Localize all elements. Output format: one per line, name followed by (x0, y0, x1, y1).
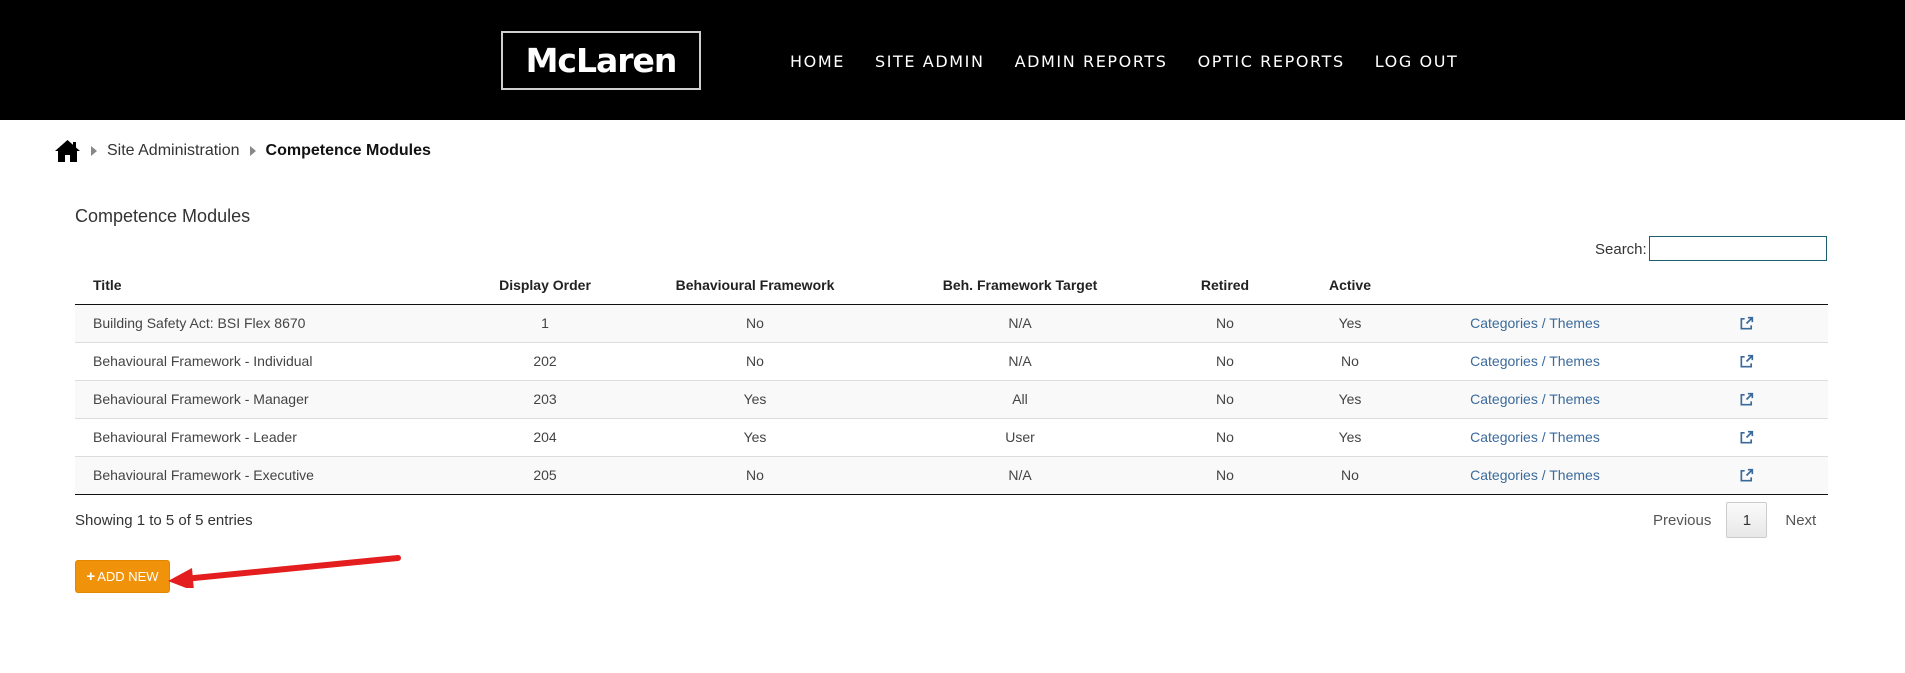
pagination-previous[interactable]: Previous (1641, 512, 1726, 529)
cell-retired: No (1155, 379, 1295, 418)
cell-title: Behavioural Framework - Executive (75, 455, 465, 495)
table-info: Showing 1 to 5 of 5 entries (75, 512, 253, 529)
nav-site-admin[interactable]: SITE ADMIN (875, 52, 985, 71)
table-row: Behavioural Framework - Leader 204 Yes U… (75, 417, 1828, 456)
categories-themes-link[interactable]: Categories / Themes (1470, 391, 1600, 407)
external-link-icon[interactable] (1739, 468, 1754, 483)
nav-admin-reports[interactable]: ADMIN REPORTS (1015, 52, 1168, 71)
cell-bf: Yes (625, 417, 885, 456)
cell-bf: Yes (625, 379, 885, 418)
search-input[interactable] (1649, 236, 1827, 261)
cell-target: N/A (885, 455, 1155, 495)
col-framework-target[interactable]: Beh. Framework Target (885, 266, 1155, 305)
cell-target: N/A (885, 304, 1155, 342)
breadcrumb-current: Competence Modules (265, 142, 431, 159)
external-link-icon[interactable] (1739, 354, 1754, 369)
main-nav: HOME SITE ADMIN ADMIN REPORTS OPTIC REPO… (790, 52, 1488, 71)
cell-retired: No (1155, 304, 1295, 342)
table-row: Behavioural Framework - Individual 202 N… (75, 341, 1828, 380)
table-row: Behavioural Framework - Executive 205 No… (75, 455, 1828, 495)
col-open (1665, 266, 1828, 305)
cell-active: Yes (1295, 379, 1405, 418)
nav-optic-reports[interactable]: OPTIC REPORTS (1198, 52, 1345, 71)
mclaren-logo[interactable]: McLaren (501, 31, 701, 90)
external-link-icon[interactable] (1739, 316, 1754, 331)
col-retired[interactable]: Retired (1155, 266, 1295, 305)
cell-target: N/A (885, 341, 1155, 380)
external-link-icon[interactable] (1739, 392, 1754, 407)
breadcrumb-caret-icon (91, 146, 97, 156)
cell-title: Building Safety Act: BSI Flex 8670 (75, 304, 465, 342)
col-categories (1405, 266, 1665, 305)
page-title: Competence Modules (75, 206, 251, 226)
cell-bf: No (625, 455, 885, 495)
cell-retired: No (1155, 455, 1295, 495)
cell-bf: No (625, 341, 885, 380)
table-row: Building Safety Act: BSI Flex 8670 1 No … (75, 304, 1828, 342)
nav-log-out[interactable]: LOG OUT (1375, 52, 1459, 71)
cell-retired: No (1155, 341, 1295, 380)
cell-order: 1 (465, 304, 625, 342)
table-row: Behavioural Framework - Manager 203 Yes … (75, 379, 1828, 418)
top-navbar: McLaren HOME SITE ADMIN ADMIN REPORTS OP… (0, 0, 1905, 120)
categories-themes-link[interactable]: Categories / Themes (1470, 315, 1600, 331)
pagination-next[interactable]: Next (1767, 512, 1826, 529)
cell-title: Behavioural Framework - Manager (75, 379, 465, 418)
cell-title: Behavioural Framework - Leader (75, 417, 465, 456)
breadcrumb-site-administration[interactable]: Site Administration (107, 142, 240, 160)
col-active[interactable]: Active (1295, 266, 1405, 305)
plus-icon: + (86, 568, 96, 585)
breadcrumb: Site Administration Competence Modules (54, 139, 431, 163)
table-header-row: Title Display Order Behavioural Framewor… (75, 266, 1828, 305)
annotation-arrow-icon (168, 555, 401, 588)
cell-order: 202 (465, 341, 625, 380)
categories-themes-link[interactable]: Categories / Themes (1470, 429, 1600, 445)
cell-active: Yes (1295, 417, 1405, 456)
cell-order: 205 (465, 455, 625, 495)
cell-target: All (885, 379, 1155, 418)
add-new-button[interactable]: + ADD NEW (75, 560, 170, 593)
cell-order: 204 (465, 417, 625, 456)
nav-home[interactable]: HOME (790, 52, 845, 71)
external-link-icon[interactable] (1739, 430, 1754, 445)
categories-themes-link[interactable]: Categories / Themes (1470, 467, 1600, 483)
cell-active: No (1295, 455, 1405, 495)
cell-target: User (885, 417, 1155, 456)
pagination: Previous 1 Next (1641, 502, 1826, 538)
cell-active: Yes (1295, 304, 1405, 342)
competence-modules-table: Title Display Order Behavioural Framewor… (75, 266, 1828, 495)
cell-bf: No (625, 304, 885, 342)
col-behavioural-framework[interactable]: Behavioural Framework (625, 266, 885, 305)
col-title[interactable]: Title (75, 266, 465, 305)
categories-themes-link[interactable]: Categories / Themes (1470, 353, 1600, 369)
cell-title: Behavioural Framework - Individual (75, 341, 465, 380)
add-new-label: ADD NEW (97, 569, 159, 584)
pagination-page-1[interactable]: 1 (1726, 502, 1768, 538)
search-label: Search: (1595, 241, 1647, 258)
logo-text: McLaren (525, 41, 678, 80)
cell-order: 203 (465, 379, 625, 418)
cell-retired: No (1155, 417, 1295, 456)
cell-active: No (1295, 341, 1405, 380)
home-icon[interactable] (54, 139, 81, 163)
breadcrumb-caret-icon (249, 146, 256, 156)
col-display-order[interactable]: Display Order (465, 266, 625, 305)
